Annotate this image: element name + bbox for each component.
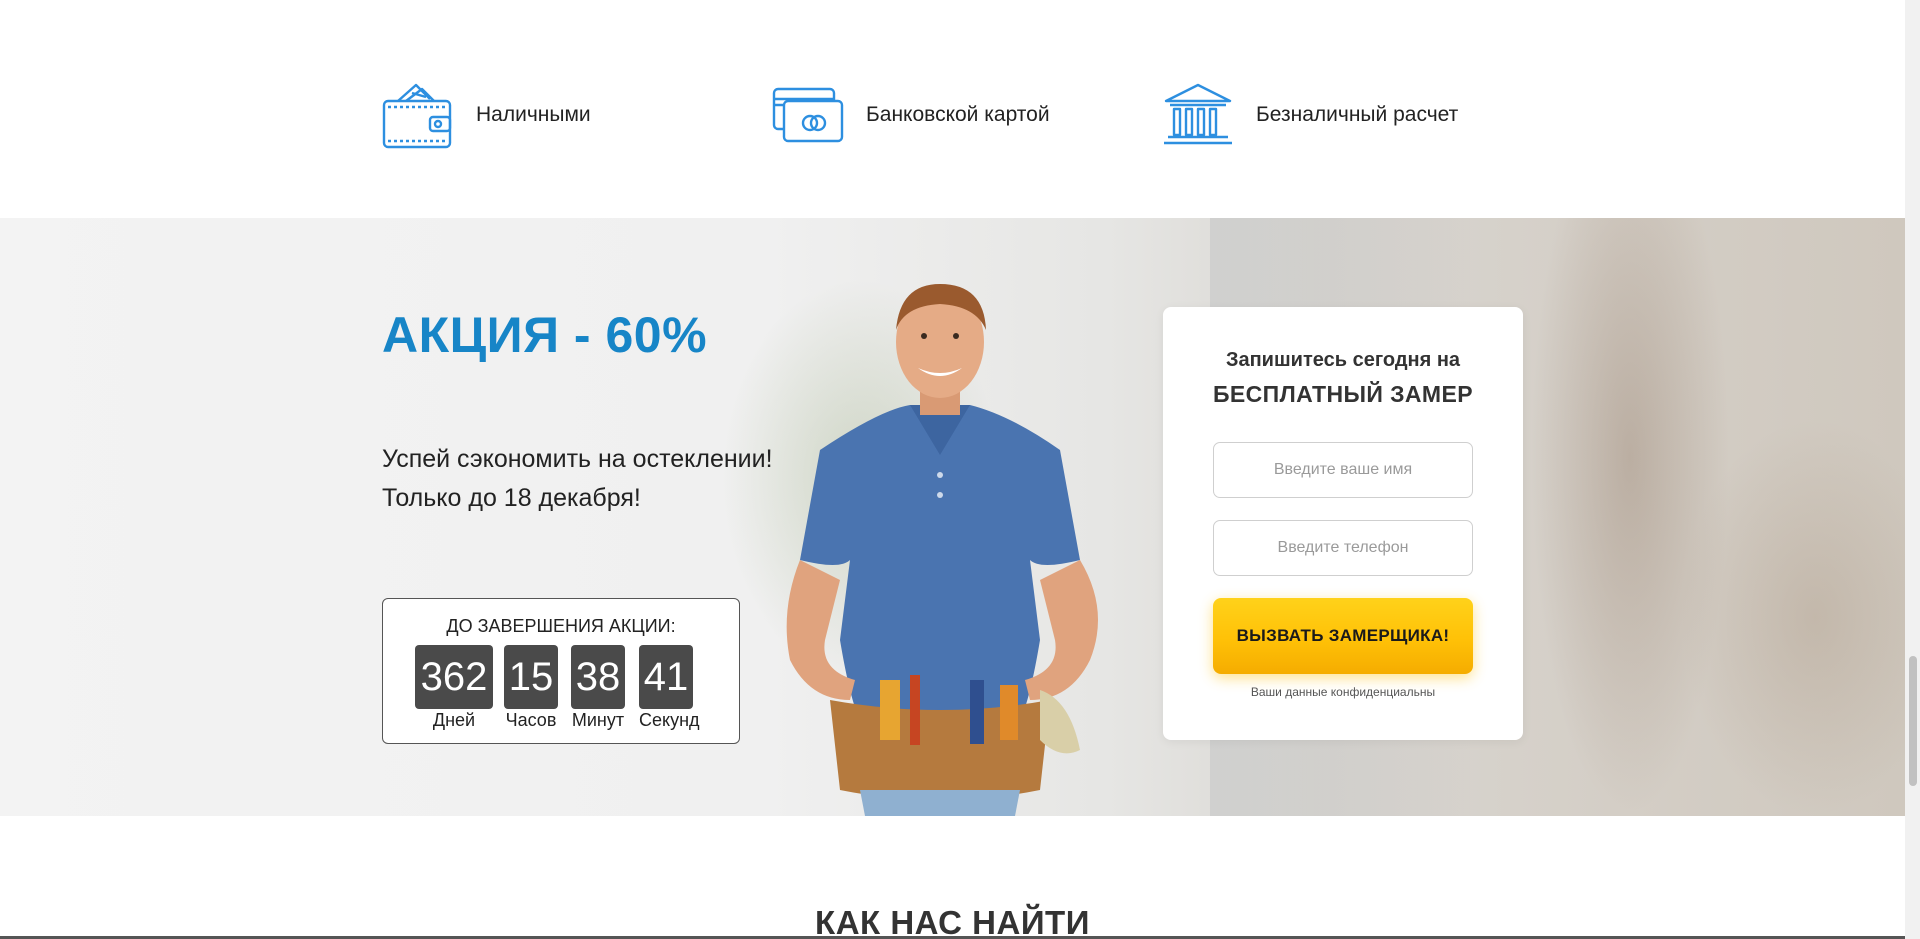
countdown-minutes: 38 Минут: [571, 645, 625, 731]
payment-card: Банковской картой: [772, 75, 1050, 155]
payment-cash: Наличными: [382, 75, 591, 155]
privacy-note: Ваши данные конфиденциальны: [1250, 685, 1436, 699]
countdown-minutes-label: Минут: [571, 710, 625, 730]
measurement-form: Запишитесь сегодня на БЕСПЛАТНЫЙ ЗАМЕР В…: [1163, 307, 1523, 740]
form-title-line1: Запишитесь сегодня на: [1225, 349, 1461, 371]
payment-methods: Наличными Банковской картой Безналичный …: [382, 75, 1522, 155]
promo-subtitle-line1: Успей сэкономить на остеклении!: [382, 445, 773, 473]
countdown-seconds: 41 Секунд: [639, 645, 700, 731]
wallet-icon: [382, 79, 454, 151]
countdown-title: ДО ЗАВЕРШЕНИЯ АКЦИИ:: [446, 616, 676, 636]
name-input[interactable]: [1213, 442, 1473, 498]
scrollbar-thumb[interactable]: [1909, 656, 1917, 786]
countdown-hours-label: Часов: [505, 710, 557, 730]
countdown-days: 362 Дней: [415, 645, 493, 731]
promo-title: АКЦИЯ - 60%: [382, 307, 708, 363]
countdown-days-value: 362: [415, 645, 493, 709]
payment-card-label: Банковской картой: [866, 103, 1050, 126]
countdown-minutes-value: 38: [571, 645, 625, 709]
form-title-line2: БЕСПЛАТНЫЙ ЗАМЕР: [1213, 381, 1473, 407]
promo-section: АКЦИЯ - 60% Успей сэкономить на остеклен…: [0, 218, 1905, 816]
payment-cash-label: Наличными: [476, 103, 591, 126]
worker-image: [786, 284, 1098, 816]
countdown-seconds-label: Секунд: [639, 710, 700, 730]
promo-subtitle: Успей сэкономить на остеклении! Только д…: [382, 440, 773, 518]
countdown-hours-value: 15: [504, 645, 558, 709]
phone-input[interactable]: [1213, 520, 1473, 576]
scrollbar[interactable]: [1905, 0, 1920, 939]
payment-bank-label: Безналичный расчет: [1256, 103, 1459, 126]
how-to-find-us-heading: КАК НАС НАЙТИ: [815, 904, 1090, 939]
credit-card-icon: [772, 79, 844, 151]
background-blur: [1680, 418, 1905, 816]
countdown-seconds-value: 41: [639, 645, 693, 709]
promo-subtitle-line2: Только до 18 декабря!: [382, 484, 641, 512]
payment-bank: Безналичный расчет: [1162, 75, 1458, 155]
countdown-timer: ДО ЗАВЕРШЕНИЯ АКЦИИ: 362 Дней 15 Часов 3…: [382, 598, 740, 744]
page: Наличными Банковской картой Безналичный …: [0, 0, 1920, 939]
call-measurer-button[interactable]: ВЫЗВАТЬ ЗАМЕРЩИКА!: [1213, 598, 1473, 674]
bank-icon: [1162, 79, 1234, 151]
countdown-hours: 15 Часов: [504, 645, 558, 731]
countdown-days-label: Дней: [432, 710, 476, 730]
